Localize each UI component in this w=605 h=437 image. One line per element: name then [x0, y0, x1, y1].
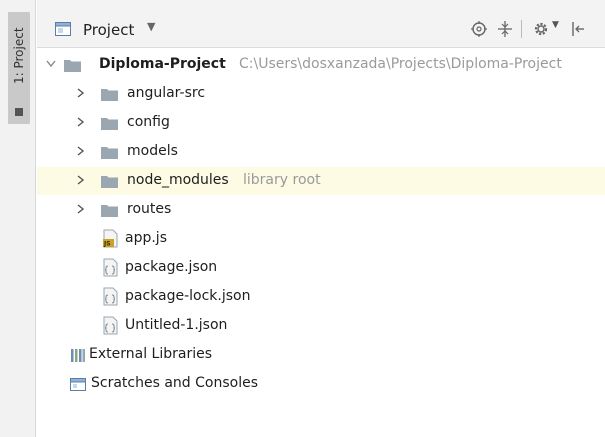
tree-item-scratches[interactable]: Scratches and Consoles	[37, 370, 605, 398]
chevron-right-icon[interactable]	[74, 202, 86, 216]
tree-item-label: angular-src	[127, 85, 206, 101]
chevron-down-icon[interactable]	[45, 57, 57, 71]
project-tool-tab[interactable]: 1: Project	[8, 12, 30, 124]
tree-item-label: routes	[127, 201, 172, 217]
external-libraries-icon	[71, 349, 85, 362]
tree-item-untitled-json[interactable]: Untitled-1.json	[37, 312, 605, 340]
tree-item-label: package.json	[125, 259, 218, 275]
tree-item-node-modules[interactable]: node_modules library root	[37, 167, 605, 195]
project-panel-header: Project ▼ ▼	[37, 0, 605, 48]
tree-item-label: app.js	[125, 230, 167, 246]
tree-item-routes[interactable]: routes	[37, 196, 605, 224]
tree-item-external-libraries[interactable]: External Libraries	[37, 341, 605, 369]
project-view-icon	[55, 22, 71, 36]
folder-icon	[101, 118, 118, 130]
collapse-all-icon[interactable]	[497, 21, 513, 37]
json-file-icon	[103, 316, 118, 335]
json-file-icon	[103, 287, 118, 306]
folder-icon	[64, 60, 81, 72]
folder-icon	[101, 205, 118, 217]
root-project-name: Diploma-Project	[99, 56, 226, 72]
chevron-right-icon[interactable]	[74, 115, 86, 129]
root-project-path: C:\Users\dosxanzada\Projects\Diploma-Pro…	[239, 56, 562, 72]
chevron-right-icon[interactable]	[74, 144, 86, 158]
tree-item-package-json[interactable]: package.json	[37, 254, 605, 282]
tree-item-label: models	[127, 143, 178, 159]
locate-file-icon[interactable]	[471, 21, 487, 37]
folder-icon	[101, 176, 118, 188]
svg-text:JS: JS	[103, 241, 111, 248]
javascript-file-icon: JS	[103, 229, 118, 248]
tree-item-app-js[interactable]: JS app.js	[37, 225, 605, 253]
folder-icon	[101, 147, 118, 159]
chevron-right-icon[interactable]	[74, 173, 86, 187]
json-file-icon	[103, 258, 118, 277]
gear-icon[interactable]	[532, 20, 550, 38]
chevron-right-icon[interactable]	[74, 86, 86, 100]
tree-item-label: External Libraries	[89, 346, 212, 362]
settings-dropdown-icon[interactable]: ▼	[552, 20, 559, 30]
tab-pin-icon	[15, 108, 23, 116]
folder-icon	[101, 89, 118, 101]
tree-item-config[interactable]: config	[37, 109, 605, 137]
hide-panel-icon[interactable]	[571, 21, 585, 37]
library-root-hint: library root	[243, 172, 321, 188]
chevron-down-icon[interactable]: ▼	[147, 20, 155, 33]
tool-window-strip: 1: Project	[0, 0, 36, 437]
tree-item-models[interactable]: models	[37, 138, 605, 166]
project-tool-tab-label: 1: Project	[12, 27, 26, 85]
toolbar-separator	[521, 20, 522, 38]
scratches-icon	[70, 378, 86, 391]
tree-root[interactable]: Diploma-Project C:\Users\dosxanzada\Proj…	[37, 51, 605, 79]
tree-item-angular-src[interactable]: angular-src	[37, 80, 605, 108]
tree-item-label: package-lock.json	[125, 288, 251, 304]
tree-item-label: node_modules	[127, 172, 229, 188]
tree-item-label: config	[127, 114, 170, 130]
tree-item-label: Scratches and Consoles	[91, 375, 258, 391]
project-view-selector[interactable]: Project	[83, 21, 134, 39]
tree-item-package-lock-json[interactable]: package-lock.json	[37, 283, 605, 311]
tree-item-label: Untitled-1.json	[125, 317, 228, 333]
